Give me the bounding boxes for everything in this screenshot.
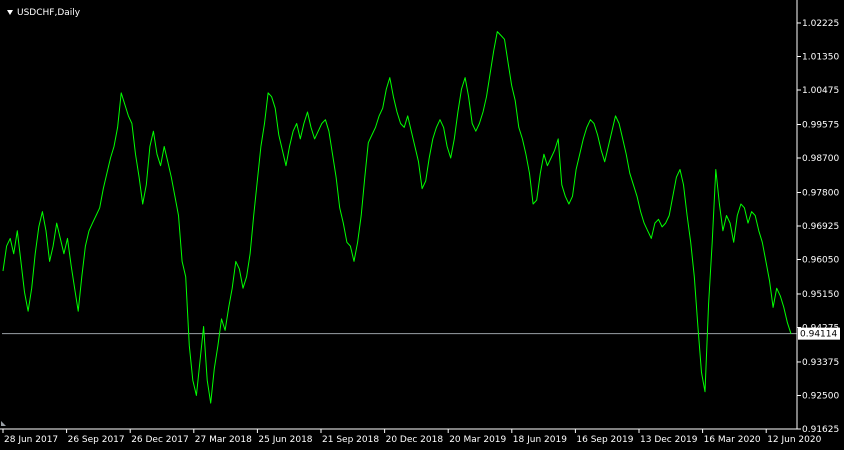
price-axis-label: 0.93375 — [802, 358, 839, 368]
time-axis-label: 21 Sep 2018 — [322, 435, 379, 445]
time-axis-label: 18 Jun 2019 — [513, 435, 567, 445]
time-axis-label: 26 Sep 2017 — [68, 435, 125, 445]
time-axis-label: 20 Dec 2018 — [386, 435, 444, 445]
time-axis-label: 16 Sep 2019 — [576, 435, 633, 445]
time-axis-label: 25 Jun 2018 — [258, 435, 312, 445]
time-axis-label: 28 Jun 2017 — [4, 435, 58, 445]
current-price-label: 0.94114 — [800, 330, 837, 340]
price-axis-label: 0.96050 — [802, 256, 839, 266]
price-axis-label: 0.97800 — [802, 188, 839, 198]
symbol-title: USDCHF,Daily — [17, 8, 81, 18]
time-axis-label: 26 Dec 2017 — [131, 435, 189, 445]
time-axis-label: 13 Dec 2019 — [640, 435, 698, 445]
time-axis-label: 12 Jun 2020 — [767, 435, 821, 445]
time-axis-label: 27 Mar 2018 — [195, 435, 252, 445]
symbol-header[interactable]: USDCHF,Daily — [7, 8, 81, 18]
current-price-box: 0.94114 — [798, 327, 840, 340]
time-axis-label: 20 Mar 2019 — [449, 435, 506, 445]
chart-background — [0, 0, 844, 450]
price-axis-label: 0.91625 — [802, 425, 839, 435]
price-axis-label: 0.96925 — [802, 222, 839, 232]
price-chart[interactable]: 1.02225 1.01350 1.00475 0.99575 0.98700 0.978… — [0, 0, 844, 450]
price-axis-label: 1.00475 — [802, 86, 839, 96]
price-axis-label: 0.92500 — [802, 391, 839, 401]
price-axis-label: 0.98700 — [802, 154, 839, 164]
price-axis-label: 0.99575 — [802, 120, 839, 130]
price-axis-label: 1.01350 — [802, 52, 839, 62]
price-axis-label: 0.95150 — [802, 290, 839, 300]
time-axis-label: 16 Mar 2020 — [704, 435, 761, 445]
price-axis-label: 1.02225 — [802, 19, 839, 29]
chart-window[interactable]: 1.02225 1.01350 1.00475 0.99575 0.98700 0.978… — [0, 0, 844, 450]
